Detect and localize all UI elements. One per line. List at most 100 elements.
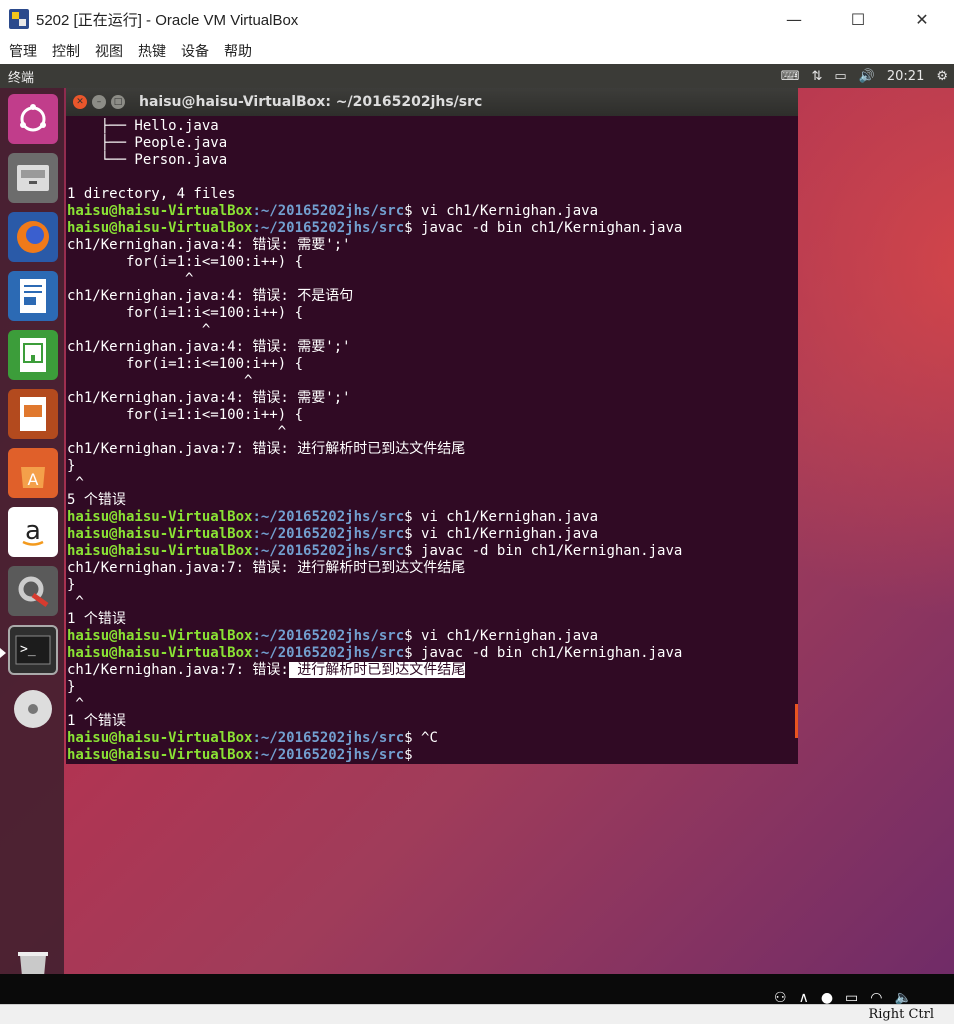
close-button[interactable]: ✕ [890, 0, 954, 38]
terminal-output-line: 1 个错误 [67, 713, 126, 729]
files-icon[interactable] [8, 153, 58, 203]
terminal-maximize-button[interactable]: □ [111, 95, 125, 109]
battery-icon[interactable]: ▭ [845, 990, 858, 1004]
command-text: $ javac -d bin ch1/Kernighan.java [404, 645, 683, 661]
svg-text:>_: >_ [20, 642, 36, 657]
terminal-window[interactable]: ✕ – □ haisu@haisu-VirtualBox: ~/20165202… [66, 88, 798, 764]
terminal-minimize-button[interactable]: – [92, 95, 106, 109]
command-text: $ vi ch1/Kernighan.java [404, 203, 599, 219]
terminal-output-line: ^ [67, 373, 253, 389]
svg-text:a: a [25, 516, 41, 546]
menu-hotkey[interactable]: 热键 [138, 41, 166, 61]
terminal-output-line: ch1/Kernighan.java:7: 错误: 进行解析时已到达文件结尾 [67, 560, 466, 576]
terminal-output-line: for(i=1:i<=100:i++) { [67, 254, 304, 270]
command-text: $ vi ch1/Kernighan.java [404, 526, 599, 542]
people-icon[interactable]: ⚇ [774, 990, 787, 1004]
svg-text:A: A [28, 470, 39, 489]
calc-icon[interactable] [8, 330, 58, 380]
menu-devices[interactable]: 设备 [181, 41, 209, 61]
terminal-close-button[interactable]: ✕ [73, 95, 87, 109]
menu-manage[interactable]: 管理 [9, 41, 37, 61]
command-text: $ vi ch1/Kernighan.java [404, 509, 599, 525]
prompt-path: :~/20165202jhs/src [252, 543, 405, 559]
terminal-output-line: ^ [67, 594, 84, 610]
prompt-user: haisu@haisu-VirtualBox [67, 628, 253, 644]
prompt-path: :~/20165202jhs/src [252, 730, 405, 746]
terminal-output-line: ch1/Kernighan.java:4: 错误: 需要';' [67, 237, 351, 253]
terminal-output-line: ch1/Kernighan.java:4: 错误: 需要';' [67, 390, 351, 406]
terminal-command-line: haisu@haisu-VirtualBox:~/20165202jhs/src… [67, 220, 793, 237]
ubuntu-top-panel: 终端 ⌨ ⇅ ▭ 🔊 20:21 ⚙ [0, 64, 954, 88]
host-title-bar: 5202 [正在运行] - Oracle VM VirtualBox — ☐ ✕ [0, 0, 954, 38]
terminal-output-line: ├── People.java [67, 135, 228, 151]
host-key-label: Right Ctrl [868, 1007, 934, 1022]
terminal-output-line: 1 个错误 [67, 611, 126, 627]
window-title: 5202 [正在运行] - Oracle VM VirtualBox [36, 11, 299, 29]
prompt-path: :~/20165202jhs/src [252, 628, 405, 644]
minimize-button[interactable]: — [762, 0, 826, 38]
gear-icon[interactable]: ⚙ [936, 69, 948, 84]
qq-icon[interactable]: ● [821, 990, 833, 1004]
menu-control[interactable]: 控制 [52, 41, 80, 61]
volume-icon[interactable]: 🔊 [859, 69, 875, 84]
host-menu-bar: 管理 控制 视图 热键 设备 帮助 [0, 38, 954, 64]
prompt-path: :~/20165202jhs/src [252, 509, 405, 525]
wifi-icon[interactable]: ◠ [870, 990, 882, 1004]
terminal-icon[interactable]: >_ [8, 625, 58, 675]
terminal-command-line: haisu@haisu-VirtualBox:~/20165202jhs/src… [67, 645, 793, 662]
terminal-output-line: } [67, 458, 76, 474]
terminal-output-line: } [67, 577, 76, 593]
terminal-output-line: ch1/Kernighan.java:4: 错误: 需要';' [67, 339, 351, 355]
vm-screen[interactable]: 终端 ⌨ ⇅ ▭ 🔊 20:21 ⚙ A a >_ ✕ – □ haisu@ha… [0, 64, 954, 1004]
menu-view[interactable]: 视图 [95, 41, 123, 61]
chevron-up-icon[interactable]: ∧ [799, 990, 809, 1004]
command-text: $ ^C [404, 730, 438, 746]
terminal-command-line: haisu@haisu-VirtualBox:~/20165202jhs/src… [67, 628, 793, 645]
clock[interactable]: 20:21 [887, 69, 924, 84]
terminal-output-line: ├── Hello.java [67, 118, 219, 134]
command-text: $ javac -d bin ch1/Kernighan.java [404, 220, 683, 236]
command-text: $ javac -d bin ch1/Kernighan.java [404, 543, 683, 559]
battery-icon[interactable]: ▭ [834, 69, 846, 84]
scroll-indicator [795, 704, 798, 738]
prompt-path: :~/20165202jhs/src [252, 747, 405, 762]
ubuntu-dash-icon[interactable] [8, 94, 58, 144]
menu-help[interactable]: 帮助 [224, 41, 252, 61]
amazon-icon[interactable]: a [8, 507, 58, 557]
firefox-icon[interactable] [8, 212, 58, 262]
selected-text[interactable]: 进行解析时已到达文件结尾 [288, 662, 466, 678]
terminal-command-line: haisu@haisu-VirtualBox:~/20165202jhs/src… [67, 543, 793, 560]
system-settings-icon[interactable] [8, 566, 58, 616]
terminal-output-line: ^ [67, 271, 194, 287]
prompt-path: :~/20165202jhs/src [252, 203, 405, 219]
terminal-output[interactable]: ├── Hello.java ├── People.java └── Perso… [67, 118, 793, 762]
terminal-output-line: ^ [67, 475, 84, 491]
prompt-path: :~/20165202jhs/src [252, 645, 405, 661]
prompt-user: haisu@haisu-VirtualBox [67, 220, 253, 236]
terminal-command-line: haisu@haisu-VirtualBox:~/20165202jhs/src… [67, 747, 793, 762]
terminal-output-line: for(i=1:i<=100:i++) { [67, 356, 304, 372]
terminal-output-line: for(i=1:i<=100:i++) { [67, 407, 304, 423]
terminal-command-line: haisu@haisu-VirtualBox:~/20165202jhs/src… [67, 526, 793, 543]
terminal-command-line: haisu@haisu-VirtualBox:~/20165202jhs/src… [67, 730, 793, 747]
terminal-command-line: haisu@haisu-VirtualBox:~/20165202jhs/src… [67, 203, 793, 220]
terminal-output-line: ^ [67, 696, 84, 712]
terminal-title-bar[interactable]: ✕ – □ haisu@haisu-VirtualBox: ~/20165202… [66, 88, 798, 116]
volume-icon[interactable]: 🔈 [894, 990, 911, 1004]
keyboard-icon[interactable]: ⌨ [781, 69, 800, 84]
writer-icon[interactable] [8, 271, 58, 321]
dvd-icon[interactable] [8, 684, 58, 734]
terminal-output-line: } [67, 679, 76, 695]
terminal-output-line: ch1/Kernighan.java:7: 错误: 进行解析时已到达文件结尾 [67, 662, 466, 678]
software-center-icon[interactable]: A [8, 448, 58, 498]
maximize-button[interactable]: ☐ [826, 0, 890, 38]
impress-icon[interactable] [8, 389, 58, 439]
terminal-output-line: 5 个错误 [67, 492, 126, 508]
prompt-user: haisu@haisu-VirtualBox [67, 747, 253, 762]
terminal-output-line: ^ [67, 322, 211, 338]
network-icon[interactable]: ⇅ [811, 69, 822, 84]
prompt-user: haisu@haisu-VirtualBox [67, 509, 253, 525]
terminal-output-line: for(i=1:i<=100:i++) { [67, 305, 304, 321]
prompt-path: :~/20165202jhs/src [252, 526, 405, 542]
